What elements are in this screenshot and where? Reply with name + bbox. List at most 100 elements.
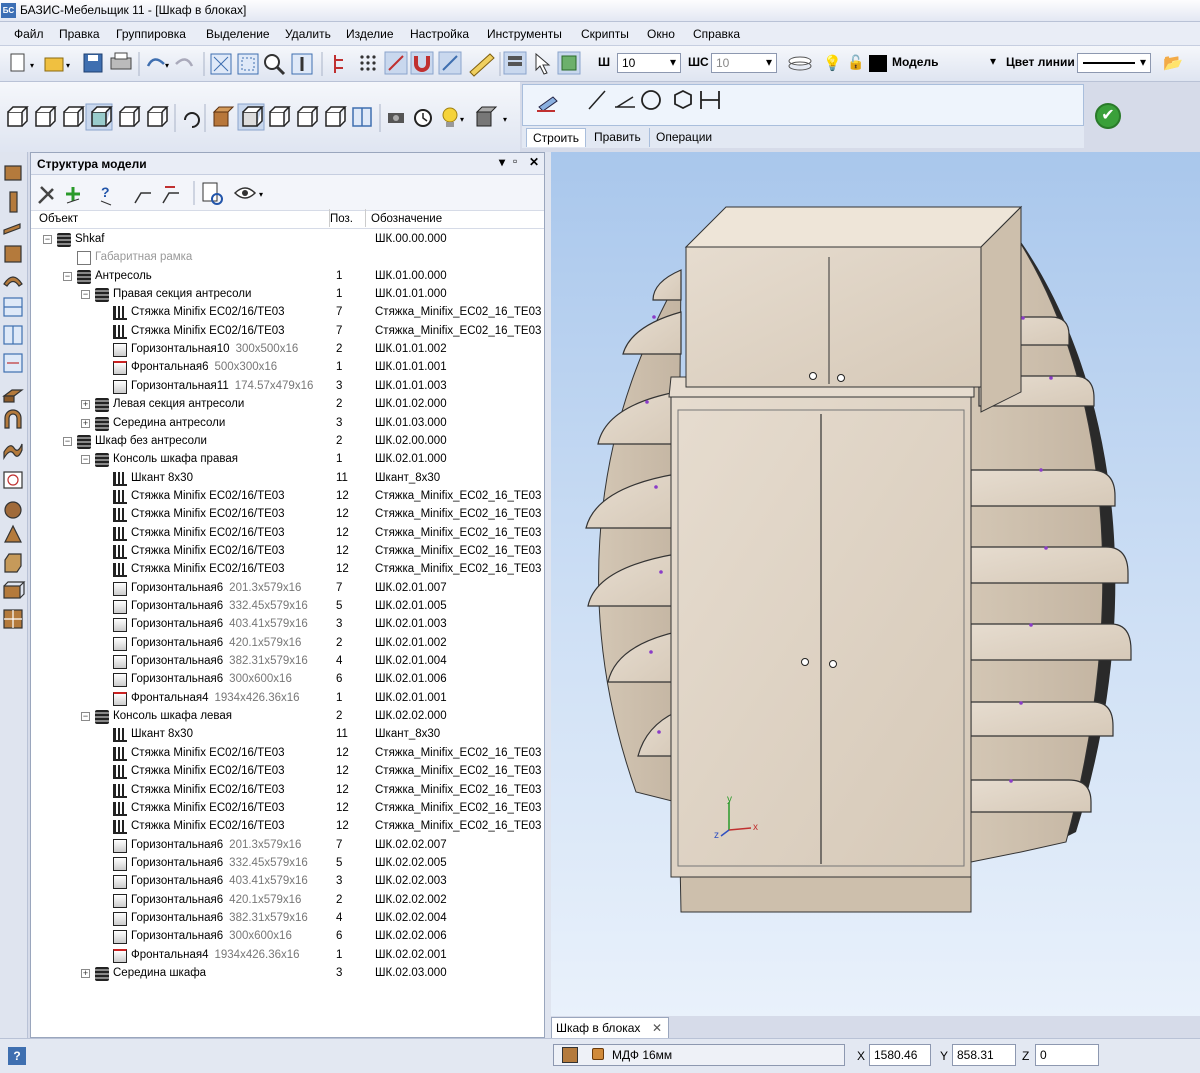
y-coordinate-field[interactable]: 858.31 bbox=[952, 1044, 1016, 1066]
tree-row[interactable]: Горизонтальная6 332.45x579x16 5 ШК.02.02.00… bbox=[31, 855, 544, 873]
tree-row[interactable]: Стяжка Minifix EC02/16/TE03 12 Стяжка_Mini… bbox=[31, 818, 544, 836]
print-icon[interactable] bbox=[110, 52, 132, 70]
magnet-icon[interactable] bbox=[410, 51, 434, 75]
tree-row[interactable]: Стяжка Minifix EC02/16/TE03 12 Стяжка_Mini… bbox=[31, 745, 544, 763]
split-view-icon[interactable] bbox=[352, 107, 372, 127]
tree-row[interactable]: Шкант 8x30 11 Шкант_8x30 bbox=[31, 726, 544, 744]
help-icon[interactable]: ? bbox=[8, 1047, 26, 1065]
menu-scripts[interactable]: Скрипты bbox=[581, 27, 629, 41]
menu-help[interactable]: Справка bbox=[693, 27, 740, 41]
layers-icon[interactable] bbox=[503, 51, 527, 75]
lightbulb-icon[interactable]: 💡 bbox=[823, 54, 842, 72]
cone-icon[interactable] bbox=[4, 524, 22, 543]
render-textured-icon[interactable] bbox=[212, 106, 235, 127]
line-tool-icon[interactable] bbox=[588, 90, 606, 110]
tree-row[interactable]: Стяжка Minifix EC02/16/TE03 12 Стяжка_Mini… bbox=[31, 506, 544, 524]
tree-row[interactable]: Горизонтальная6 201.3x579x16 7 ШК.02.01.007 bbox=[31, 580, 544, 598]
col-divider[interactable] bbox=[365, 209, 366, 227]
close-icon[interactable]: ✕ bbox=[529, 155, 539, 169]
expand-icon[interactable]: + bbox=[81, 418, 90, 428]
viewport-3d[interactable]: y x z bbox=[551, 152, 1200, 1016]
tree-row[interactable]: Горизонтальная6 403.41x579x16 3 ШК.02.02.00… bbox=[31, 873, 544, 891]
collapse-icon[interactable]: − bbox=[63, 271, 72, 281]
sketch-tool-icon[interactable] bbox=[537, 96, 558, 112]
undo-icon[interactable]: ▾ bbox=[146, 58, 169, 70]
new-file-icon[interactable]: ▾ bbox=[10, 53, 34, 72]
panel-icon[interactable] bbox=[4, 165, 22, 181]
layers-stack-icon[interactable] bbox=[786, 53, 816, 75]
grid-icon[interactable] bbox=[360, 55, 376, 71]
distance-icon[interactable] bbox=[3, 353, 23, 373]
frontal-panel-icon[interactable] bbox=[4, 245, 22, 263]
link-icon[interactable] bbox=[134, 192, 151, 204]
tree-row[interactable]: Шкант 8x30 11 Шкант_8x30 bbox=[31, 470, 544, 488]
tree-row[interactable]: Горизонтальная6 403.41x579x16 3 ШК.02.01.00… bbox=[31, 616, 544, 634]
render-shaded-icon[interactable] bbox=[237, 103, 265, 131]
snap-tree-icon[interactable] bbox=[334, 55, 343, 73]
z-coordinate-field[interactable]: 0 bbox=[1035, 1044, 1099, 1066]
layer-select[interactable]: Модель ▾ bbox=[888, 53, 1000, 73]
remove-link-icon[interactable] bbox=[162, 186, 179, 204]
open-folder-icon[interactable]: ▾ bbox=[44, 57, 70, 72]
help-question-icon[interactable]: ? bbox=[100, 184, 112, 206]
block-mode-icon[interactable] bbox=[557, 51, 581, 75]
col-designation[interactable]: Обозначение bbox=[371, 213, 442, 225]
sphere-icon[interactable] bbox=[4, 501, 22, 519]
tree-row[interactable]: Стяжка Minifix EC02/16/TE03 12 Стяжка_Mini… bbox=[31, 488, 544, 506]
line-style-select[interactable]: 10 ▾ bbox=[711, 53, 777, 73]
section-icon[interactable] bbox=[3, 297, 23, 317]
render-edges-icon[interactable] bbox=[269, 106, 291, 127]
tree-row[interactable]: − Консоль шкафа правая 1 ШК.02.01.000 bbox=[31, 451, 544, 469]
line-snap-icon[interactable] bbox=[438, 51, 462, 75]
close-icon[interactable]: ✕ bbox=[652, 1021, 662, 1035]
collapse-icon[interactable]: − bbox=[81, 455, 90, 465]
ortho-snap-icon[interactable] bbox=[384, 51, 408, 75]
save-icon[interactable] bbox=[83, 53, 103, 73]
tree-row[interactable]: Горизонтальная6 382.31x579x16 4 ШК.02.02.00… bbox=[31, 910, 544, 928]
report-icon[interactable] bbox=[202, 182, 223, 205]
arch-icon[interactable] bbox=[4, 409, 22, 429]
tree-row[interactable]: Фронтальная6 500x300x16 1 ШК.01.01.001 bbox=[31, 359, 544, 377]
menu-group[interactable]: Группировка bbox=[116, 27, 186, 41]
tree-row[interactable]: Горизонтальная10 300x500x16 2 ШК.01.01.002 bbox=[31, 341, 544, 359]
vertical-panel-icon[interactable] bbox=[9, 191, 18, 213]
material-icon[interactable]: ▾ bbox=[475, 106, 507, 127]
eye-icon[interactable]: ▾ bbox=[233, 187, 263, 199]
menu-settings[interactable]: Настройка bbox=[410, 27, 469, 41]
check-icon[interactable]: ✔ bbox=[1095, 103, 1121, 129]
pan-icon[interactable] bbox=[291, 53, 313, 75]
redo-icon[interactable] bbox=[175, 58, 194, 67]
tree-row[interactable]: Стяжка Minifix EC02/16/TE03 7 Стяжка_Minif… bbox=[31, 323, 544, 341]
collapse-icon[interactable]: − bbox=[63, 436, 72, 446]
menu-delete[interactable]: Удалить bbox=[285, 27, 331, 41]
collapse-icon[interactable]: − bbox=[81, 290, 90, 300]
tree-row[interactable]: Горизонтальная6 420.1x579x16 2 ШК.02.02.002 bbox=[31, 892, 544, 910]
menu-product[interactable]: Изделие bbox=[346, 27, 394, 41]
view-back-icon[interactable] bbox=[35, 106, 57, 127]
select-pointer-icon[interactable] bbox=[535, 52, 551, 75]
zoom-window-icon[interactable] bbox=[237, 53, 259, 75]
tree-row[interactable]: Стяжка Minifix EC02/16/TE03 12 Стяжка_Mini… bbox=[31, 525, 544, 543]
tree-row[interactable]: + Середина антресоли 3 ШК.01.03.000 bbox=[31, 415, 544, 433]
render-hidden-icon[interactable] bbox=[325, 106, 347, 127]
zoom-extents-icon[interactable] bbox=[210, 53, 232, 75]
lock-icon[interactable]: 🔓 bbox=[847, 54, 864, 71]
line-color-select[interactable]: ▾ bbox=[1077, 53, 1151, 73]
tab-build[interactable]: Строить bbox=[526, 128, 586, 147]
clock-icon[interactable] bbox=[414, 109, 432, 127]
extrusion-icon[interactable] bbox=[4, 553, 22, 573]
dimension-tool-icon[interactable] bbox=[700, 91, 720, 109]
menu-select[interactable]: Выделение bbox=[206, 27, 270, 41]
camera-icon[interactable] bbox=[388, 113, 404, 123]
expand-icon[interactable]: + bbox=[81, 400, 90, 410]
wrench-icon[interactable] bbox=[38, 186, 54, 204]
collapse-icon[interactable]: − bbox=[81, 712, 90, 722]
circle-tool-icon[interactable] bbox=[641, 90, 661, 110]
curved-panel-icon[interactable] bbox=[3, 276, 23, 287]
tree-row[interactable]: Стяжка Minifix EC02/16/TE03 12 Стяжка_Mini… bbox=[31, 763, 544, 781]
tree-row[interactable]: + Середина шкафа 3 ШК.02.03.000 bbox=[31, 965, 544, 983]
tree-row[interactable]: Стяжка Minifix EC02/16/TE03 12 Стяжка_Mini… bbox=[31, 782, 544, 800]
box-icon[interactable] bbox=[3, 581, 26, 599]
menu-file[interactable]: Файл bbox=[14, 27, 44, 41]
tree-row[interactable]: − Антресоль 1 ШК.01.00.000 bbox=[31, 268, 544, 286]
